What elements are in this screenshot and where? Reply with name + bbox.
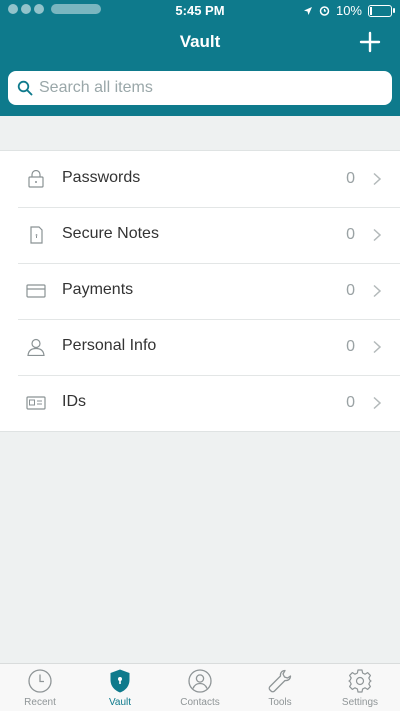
card-icon: [26, 284, 46, 298]
id-card-icon: [26, 396, 46, 410]
category-passwords[interactable]: Passwords 0: [0, 151, 400, 207]
gear-icon: [348, 669, 372, 693]
contact-icon: [188, 669, 212, 693]
note-icon: [30, 226, 43, 244]
location-arrow-icon: [303, 6, 312, 15]
page-title: Vault: [179, 32, 221, 51]
tab-recent[interactable]: Recent: [0, 664, 80, 711]
category-count: 0: [346, 338, 355, 355]
search-icon: [17, 80, 33, 96]
chevron-right-icon: [373, 396, 382, 410]
category-count: 0: [346, 394, 355, 411]
app-header: 5:45 PM 10% Vault: [0, 0, 400, 116]
category-label: Passwords: [62, 169, 141, 186]
add-item-button[interactable]: [356, 28, 384, 56]
tab-label: Vault: [108, 697, 132, 708]
chevron-right-icon: [373, 284, 382, 298]
category-label: IDs: [62, 393, 86, 410]
person-icon: [27, 338, 45, 356]
tab-bar: Recent Vault Contacts Tools Settings: [0, 663, 400, 711]
battery-icon: [368, 4, 395, 17]
tab-label: Settings: [341, 697, 379, 708]
category-ids[interactable]: IDs 0: [0, 375, 400, 431]
plus-icon: [359, 31, 381, 53]
tab-vault[interactable]: Vault: [80, 664, 160, 711]
battery-percent: 10%: [335, 3, 362, 18]
category-count: 0: [346, 226, 355, 243]
status-bar: 5:45 PM 10%: [0, 0, 400, 22]
category-label: Secure Notes: [62, 225, 159, 242]
category-label: Personal Info: [62, 337, 157, 354]
shield-icon: [110, 669, 130, 693]
chevron-right-icon: [373, 172, 382, 186]
clock-icon: [28, 669, 52, 693]
tab-contacts[interactable]: Contacts: [160, 664, 240, 711]
tab-label: Recent: [24, 697, 56, 708]
chevron-right-icon: [373, 228, 382, 242]
category-count: 0: [346, 170, 355, 187]
category-secure-notes[interactable]: Secure Notes 0: [0, 207, 400, 263]
category-label: Payments: [62, 281, 134, 298]
tab-tools[interactable]: Tools: [240, 664, 320, 711]
tab-settings[interactable]: Settings: [320, 664, 400, 711]
tab-label: Tools: [268, 697, 292, 708]
category-list: Passwords 0 Secure Notes 0 Payments 0 Pe…: [0, 150, 400, 432]
chevron-right-icon: [373, 340, 382, 354]
search-bar[interactable]: [8, 71, 392, 105]
wrench-icon: [268, 669, 292, 693]
alarm-icon: [319, 6, 330, 16]
nav-bar: Vault: [0, 22, 400, 62]
category-payments[interactable]: Payments 0: [0, 263, 400, 319]
search-input[interactable]: [39, 79, 369, 97]
tab-label: Contacts: [180, 697, 220, 708]
category-personal-info[interactable]: Personal Info 0: [0, 319, 400, 375]
category-count: 0: [346, 282, 355, 299]
lock-icon: [28, 170, 44, 188]
